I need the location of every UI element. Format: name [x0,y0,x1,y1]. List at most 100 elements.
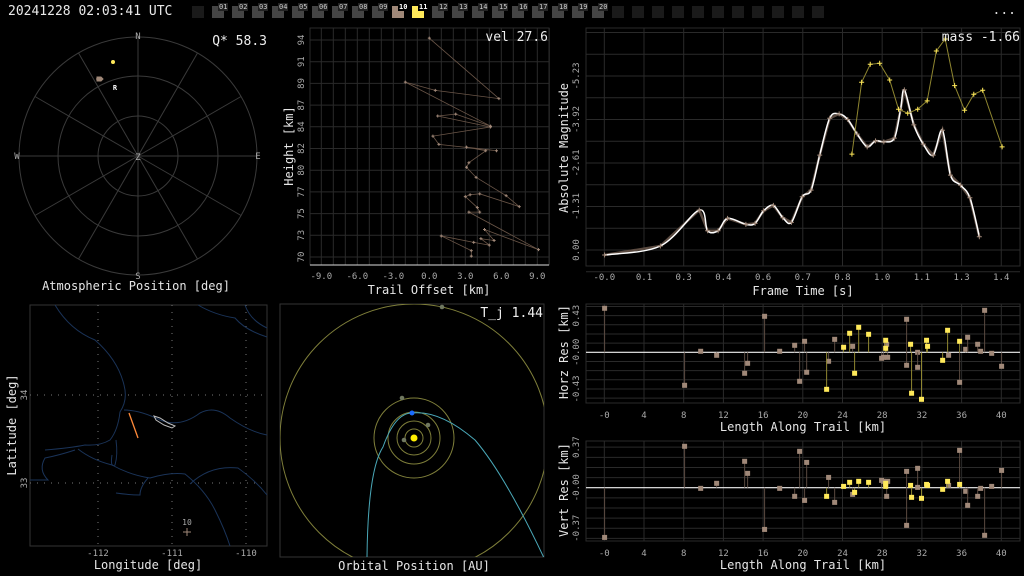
x-tick-label: 0.8 [834,273,850,283]
station-residual-point [698,348,704,354]
y-tick-label: 75 [297,208,307,219]
height-grid [310,28,550,265]
station-residual-point [989,350,995,356]
station-residual-point [762,526,768,532]
x-tick-label: 8 [681,411,686,421]
y-tick-label: -0.43 [572,375,582,402]
y-tick-label: -3.92 [572,106,582,133]
station-residual-point [602,534,608,540]
polar-spoke [78,52,139,157]
station-residual-point [826,474,832,480]
sun-icon [410,434,418,442]
station-residual-point [915,465,921,471]
map-xlabel: Longitude [deg] [94,558,202,572]
y-tick-label: 87 [297,100,307,111]
trajectory-point [433,88,437,92]
x-tick-label: 32 [916,411,927,421]
vertical-residuals-panel[interactable]: -0 4 8 12 16 20 24 28 32 36 400.37-0.00-0.37 Lengt… [557,436,1021,572]
y-tick-label: 70 [297,252,307,263]
orbit-title: Orbital Position [AU] [338,559,490,573]
selected-residual-point [925,343,931,349]
polar-spoke [34,155,139,216]
station-residual-point [742,458,748,464]
trajectory-point [472,240,476,244]
station-residual-point [792,493,798,499]
y-tick-label: 84 [297,121,307,132]
x-tick-label: -6.0 [346,272,368,282]
planet-mars [399,395,405,401]
trajectory-point [436,114,440,118]
station-residual-point [978,348,984,354]
orbital-position-panel[interactable]: T_j 1.44 Orbital Position [AU] [279,303,548,573]
selected-residual-point [883,345,889,351]
atmospheric-position-panel[interactable]: N S W E Z R Q* 58.3 Atmospheric Position… [14,32,267,293]
selected-station-marker[interactable] [111,60,115,64]
x-tick-label: 0.1 [636,273,652,283]
selected-residual-point [883,483,889,489]
compass-north: N [135,32,140,42]
station-residual-point [797,378,803,384]
planet-mercury [401,437,407,443]
station-residual-point [957,379,963,385]
horz-grid [586,304,1020,403]
station-marker[interactable] [96,76,104,82]
station-residual-point [714,480,720,486]
selected-residual-point [866,331,872,337]
x-tick-label: 4 [641,411,646,421]
station-residual-point [682,382,688,388]
selected-residual-point [908,482,914,488]
selected-magnitude-point [867,61,873,67]
ground-map-panel[interactable]: 10 -112 -111 -110 34 33 Longitude [deg] … [5,304,268,572]
selected-magnitude-point [971,91,977,97]
selected-station-line [851,37,1003,155]
map-xtick: -110 [235,549,257,559]
horizontal-residuals-panel[interactable]: -0 4 8 12 16 20 24 28 32 36 400.43-0.00-0.43 Lengt… [557,303,1021,434]
y-tick-label: 0.37 [572,436,582,458]
x-tick-label: -0 [599,549,610,559]
station-residual-point [804,369,810,375]
y-tick-label: 91 [297,56,307,67]
trajectory-point [495,149,498,153]
y-tick-label: 73 [297,230,307,241]
selected-residual-point [883,337,889,343]
magnitude-ylabel: Absolute Magnitude [557,83,571,213]
selected-residual-point [824,493,830,499]
selected-magnitude-point [859,79,865,85]
polar-spoke [137,155,242,216]
tisserand-stat: T_j 1.44 [480,306,543,321]
station-residual-point [745,470,751,476]
station-residual-point [915,484,921,490]
station-residual-point [957,447,963,453]
meteoroid-orbit [366,412,544,557]
trajectory-line [405,37,539,257]
selected-magnitude-point [980,87,986,93]
x-tick-label: 0.6 [755,273,771,283]
magnitude-panel[interactable]: -0.0 0.1 0.3 0.4 0.6 0.7 0.8 1.0 1.1 1.3 1.4 0.00 -1… [557,27,1021,298]
station-residual-point [742,370,748,376]
smoothed-light-curve [604,88,981,256]
station-magnitude-point [602,252,608,258]
station-residual-point [602,305,608,311]
horz-xlabel: Length Along Trail [km] [720,420,886,434]
selected-residual-point [957,481,963,487]
planet-jupiter [439,304,445,310]
trajectory-point [454,112,458,116]
station-residual-point [745,360,751,366]
compass-east: E [255,152,260,162]
orbit-frame [279,303,545,558]
selected-residual-point [824,386,830,392]
selected-magnitude-point [887,77,893,83]
selected-magnitude-point [849,151,855,157]
station-residual-point [978,485,984,491]
x-tick-label: -0.0 [593,273,615,283]
selected-residual-point [847,479,853,485]
polar-spoke [137,96,242,157]
radiant-label: R [113,84,118,92]
selected-residual-point [924,337,930,343]
y-tick-label: 89 [297,78,307,89]
selected-residual-point [940,486,946,492]
height-panel[interactable]: -9.0 -6.0 -3.0 0.0 3.0 6.0 9.0 94 91 89 87 84 82 80 77… [282,27,550,297]
map-frame [29,304,268,547]
x-tick-label: 1.3 [953,273,969,283]
trajectory-point [469,249,473,253]
